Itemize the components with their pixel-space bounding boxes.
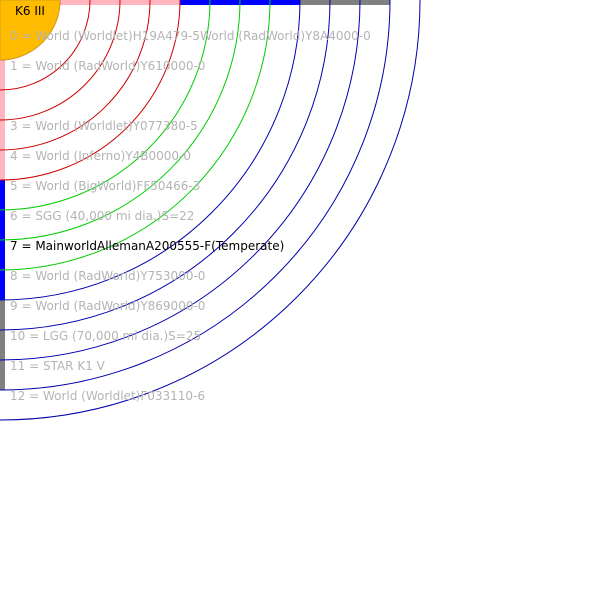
orbit-label: 4 = World (Inferno)Y4B0000-0: [10, 149, 191, 163]
orbit-label: 9 = World (RadWorld)Y869000-0: [10, 299, 205, 313]
orbit-label: 12 = World (Worldlet)F033110-6: [10, 389, 205, 403]
star-label: K6 III: [15, 4, 45, 18]
orbit-label: 8 = World (RadWorld)Y753000-0: [10, 269, 205, 283]
zone-bar-left: [0, 300, 5, 390]
orbit-label: 1 = World (RadWorld)Y610000-0: [10, 59, 205, 73]
zone-bar-top: [300, 0, 390, 5]
orbit-label: 11 = STAR K1 V: [10, 359, 106, 373]
orbit-label: 0 = World (Worldlet)H19A479-5World (RadW…: [10, 29, 371, 43]
orbit-label: 5 = World (BigWorld)FF50466-3: [10, 179, 200, 193]
orbit-label: 3 = World (Worldlet)Y077380-5: [10, 119, 198, 133]
orbit-label: 10 = LGG (70,000 mi dia.)S=25: [10, 329, 201, 343]
system-orbit-diagram: K6 III 0 = World (Worldlet)H19A479-5Worl…: [0, 0, 600, 600]
orbit-label: 7 = MainworldAllemanA200555-F(Temperate): [10, 239, 284, 253]
orbit-label: 6 = SGG (40,000 mi dia.)S=22: [10, 209, 194, 223]
